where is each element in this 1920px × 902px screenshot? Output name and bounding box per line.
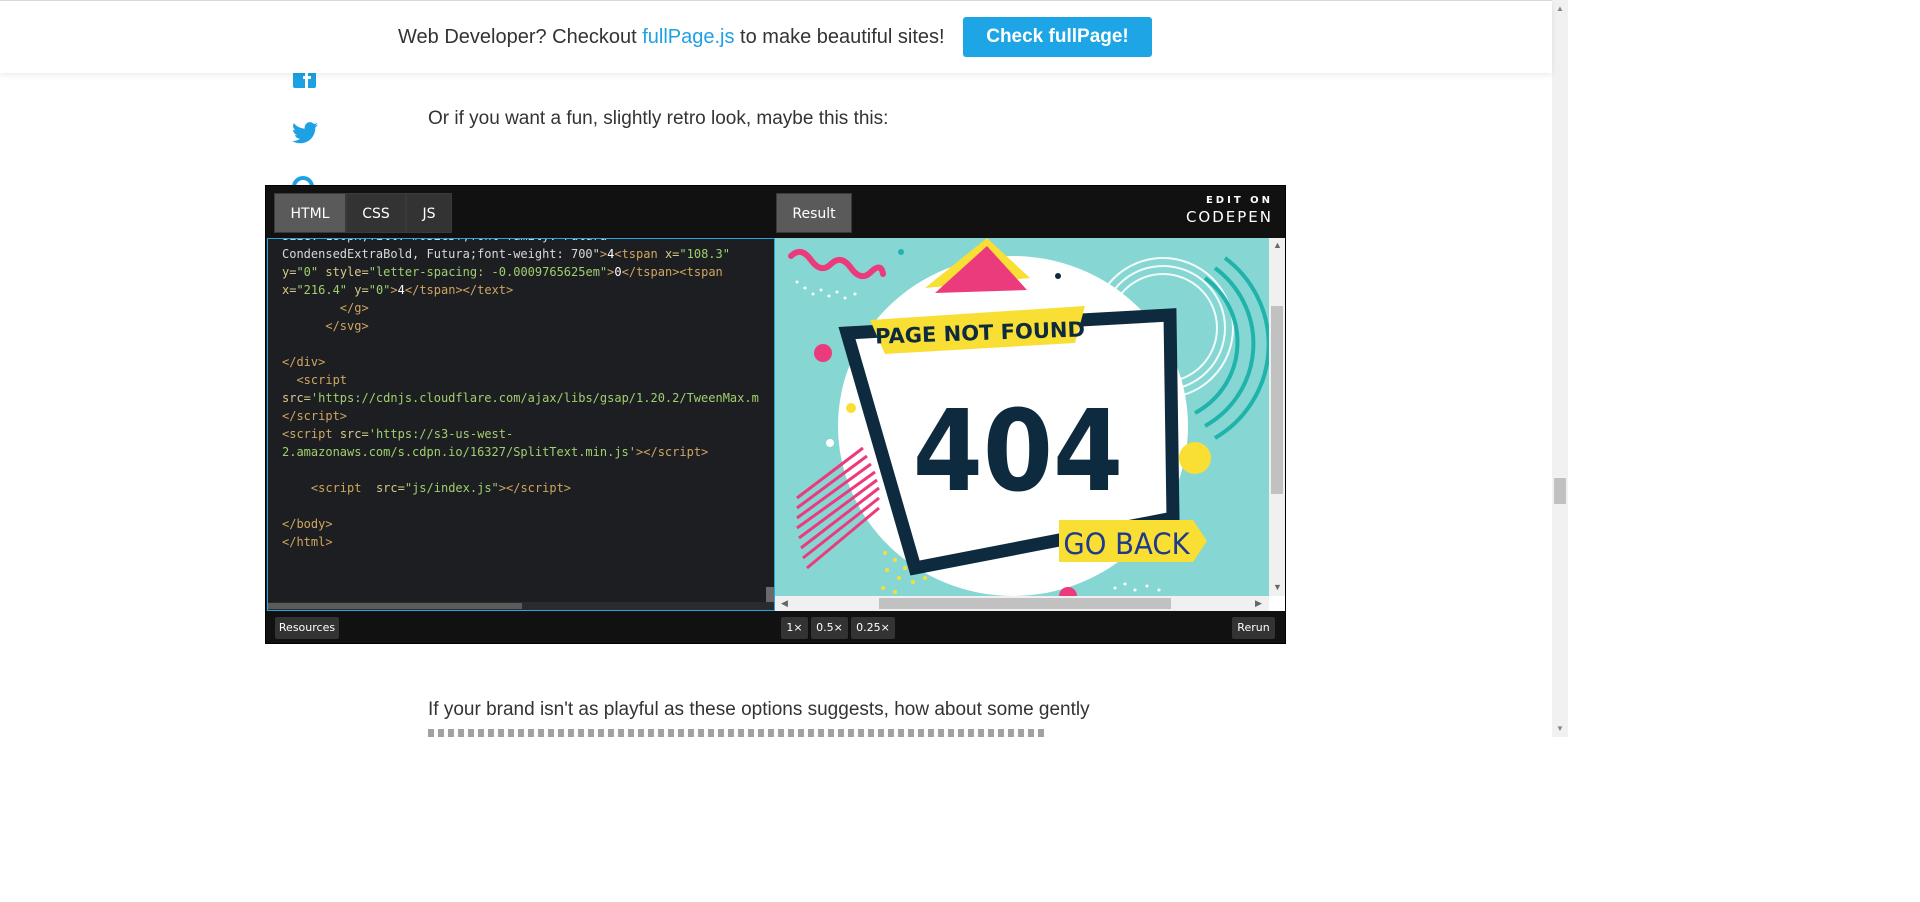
codepen-brand: CODEPEN	[1185, 208, 1273, 226]
fullpage-link[interactable]: fullPage.js	[642, 26, 734, 48]
tab-html[interactable]: HTML	[274, 193, 346, 233]
promo-banner: Web Developer? Checkout fullPage.js to m…	[0, 0, 1552, 73]
article-paragraph: If your brand isn't as playful as these …	[428, 699, 1090, 720]
edit-on-label: EDIT ON	[1205, 195, 1273, 206]
code-horizontal-scrollbar[interactable]	[268, 602, 774, 610]
go-back-text[interactable]: GO BACK	[1063, 527, 1191, 561]
result-preview[interactable]: 404 PAGE NOT FOUND GO BACK ▲ ▼ ◀ ▶	[775, 238, 1285, 611]
html-code-editor[interactable]: size: 180px;fill: #052c3f;font-family: F…	[267, 238, 775, 611]
codepen-logo[interactable]: EDIT ON CODEPEN	[1186, 195, 1273, 226]
code-scroll-thumb[interactable]	[766, 587, 774, 603]
google-plus-icon[interactable]	[292, 176, 318, 185]
zoom-025x-button[interactable]: 0.25×	[851, 617, 895, 639]
result-hscroll-thumb[interactable]	[879, 598, 1171, 609]
result-scroll-down-icon[interactable]: ▼	[1273, 582, 1282, 592]
result-horizontal-scrollbar[interactable]: ◀ ▶	[775, 596, 1269, 611]
result-scroll-left-icon[interactable]: ◀	[781, 598, 788, 609]
404-text: 404	[913, 387, 1123, 517]
scroll-down-arrow-icon[interactable]: ▼	[1556, 724, 1564, 733]
result-scroll-up-icon[interactable]: ▲	[1273, 240, 1282, 250]
result-vertical-scrollbar[interactable]: ▲ ▼	[1269, 238, 1285, 596]
zoom-05x-button[interactable]: 0.5×	[811, 617, 848, 639]
rerun-button[interactable]: Rerun	[1232, 617, 1275, 639]
code-content: size: 180px;fill: #052c3f;font-family: F…	[282, 239, 759, 549]
twitter-icon[interactable]	[292, 122, 318, 149]
result-scroll-right-icon[interactable]: ▶	[1255, 598, 1262, 609]
banner-text-after: to make beautiful sites!	[734, 26, 945, 48]
tab-result[interactable]: Result	[776, 193, 852, 233]
check-fullpage-button[interactable]: Check fullPage!	[963, 17, 1152, 57]
banner-text-before: Web Developer? Checkout	[398, 26, 643, 48]
tab-css[interactable]: CSS	[346, 193, 406, 233]
pen-header: HTML CSS JS Result EDIT ON CODEPEN	[266, 186, 1285, 238]
article-paragraph-cutoff	[428, 729, 1048, 737]
result-vscroll-thumb[interactable]	[1271, 306, 1283, 494]
codepen-embed: HTML CSS JS Result EDIT ON CODEPEN size:…	[265, 185, 1286, 644]
tab-js[interactable]: JS	[406, 193, 452, 233]
article-paragraph: Or if you want a fun, slightly retro loo…	[428, 108, 889, 129]
scroll-up-arrow-icon[interactable]: ▲	[1556, 4, 1564, 13]
code-hscroll-thumb[interactable]	[268, 603, 522, 609]
resources-button[interactable]: Resources	[275, 617, 339, 639]
page-scrollbar[interactable]: ▲ ▼	[1552, 0, 1568, 737]
zoom-1x-button[interactable]: 1×	[781, 617, 808, 639]
pen-footer: Resources 1× 0.5× 0.25× Rerun	[266, 611, 1285, 643]
404-illustration: 404 PAGE NOT FOUND GO BACK	[775, 238, 1269, 596]
banner-text: Web Developer? Checkout fullPage.js to m…	[398, 26, 945, 49]
page-scroll-thumb[interactable]	[1554, 478, 1566, 504]
